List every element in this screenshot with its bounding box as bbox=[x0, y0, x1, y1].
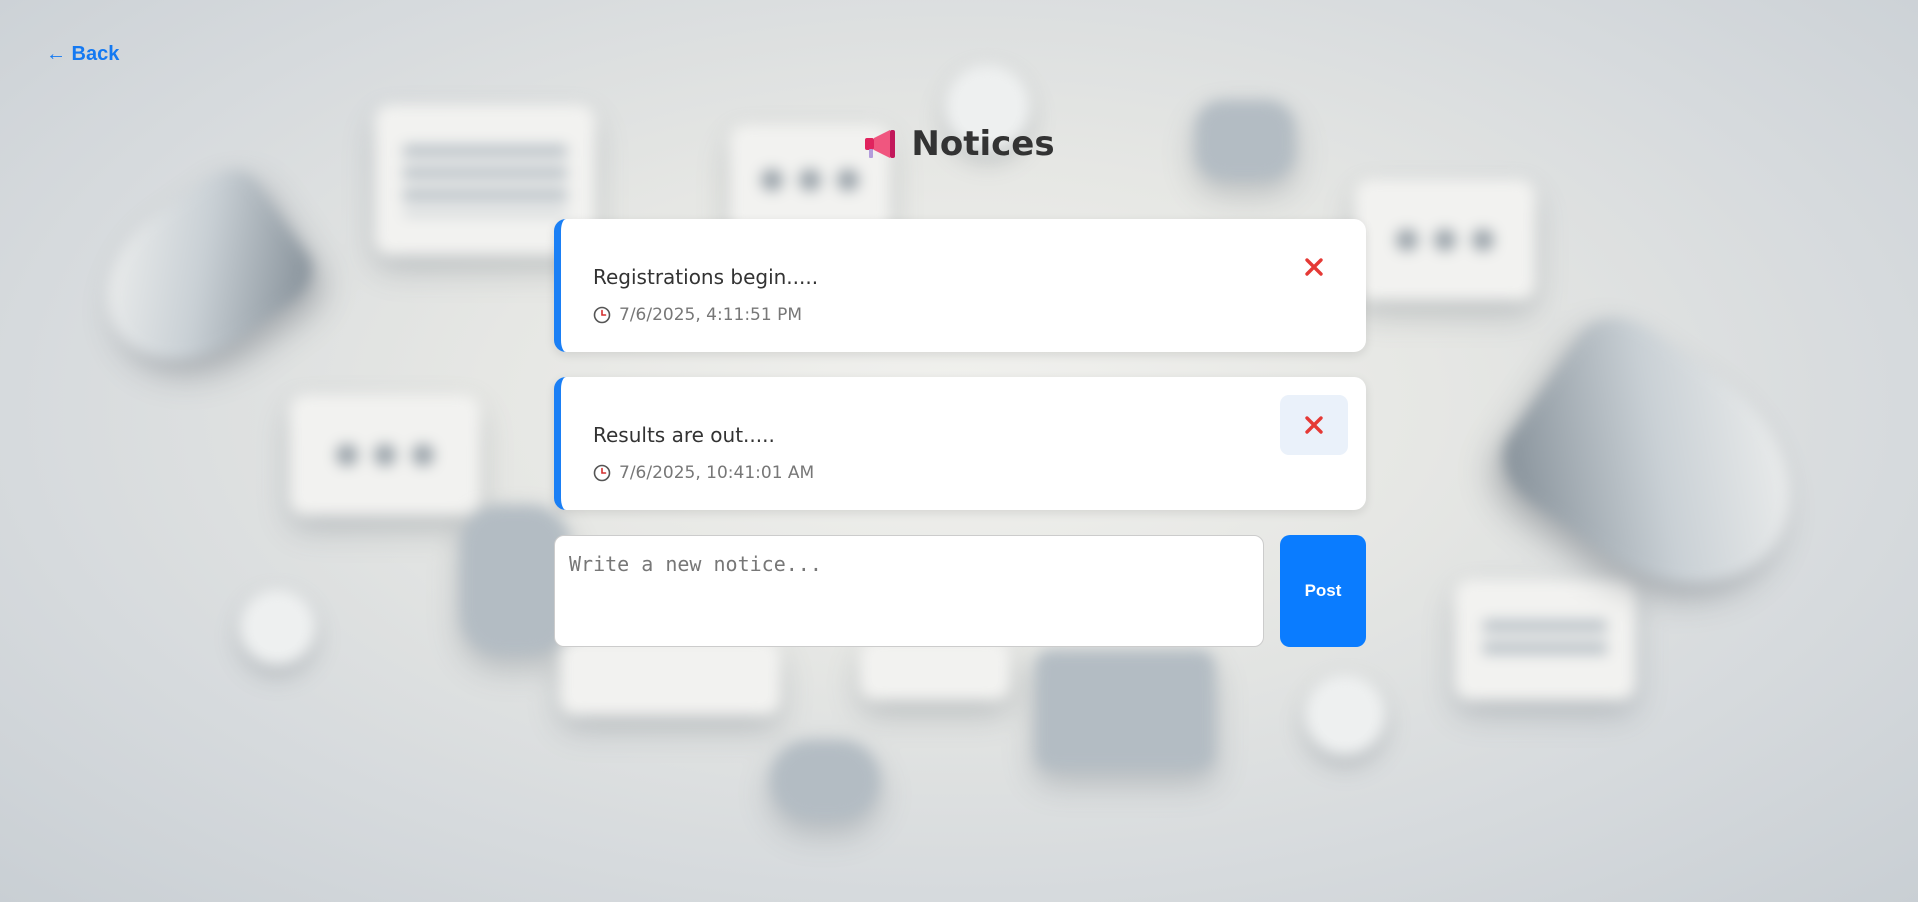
clock-icon bbox=[593, 464, 611, 482]
compose-area: Post bbox=[554, 535, 1366, 647]
notice-card: Registrations begin..... 7/6/2025, 4:11:… bbox=[554, 219, 1366, 352]
new-notice-input[interactable] bbox=[554, 535, 1264, 647]
delete-notice-button[interactable] bbox=[1280, 395, 1348, 455]
notices-panel: Registrations begin..... 7/6/2025, 4:11:… bbox=[554, 219, 1366, 647]
page-title-text: Notices bbox=[911, 124, 1055, 164]
notice-timestamp: 7/6/2025, 10:41:01 AM bbox=[593, 463, 814, 483]
notice-timestamp-text: 7/6/2025, 4:11:51 PM bbox=[619, 305, 803, 325]
close-icon bbox=[1305, 258, 1323, 276]
page-header: Notices bbox=[0, 124, 1918, 165]
post-button[interactable]: Post bbox=[1280, 535, 1366, 647]
close-icon bbox=[1305, 416, 1323, 434]
notice-timestamp: 7/6/2025, 4:11:51 PM bbox=[593, 305, 802, 325]
megaphone-icon bbox=[865, 130, 896, 158]
notice-timestamp-text: 7/6/2025, 10:41:01 AM bbox=[619, 463, 815, 483]
notice-text: Results are out..... bbox=[593, 423, 775, 447]
notice-card: Results are out..... 7/6/2025, 10:41:01 … bbox=[554, 377, 1366, 510]
notice-text: Registrations begin..... bbox=[593, 265, 819, 289]
page-title: Notices bbox=[863, 124, 1055, 164]
back-link[interactable]: ← Back bbox=[46, 43, 119, 66]
delete-notice-button[interactable] bbox=[1280, 237, 1348, 297]
clock-icon bbox=[593, 306, 611, 324]
